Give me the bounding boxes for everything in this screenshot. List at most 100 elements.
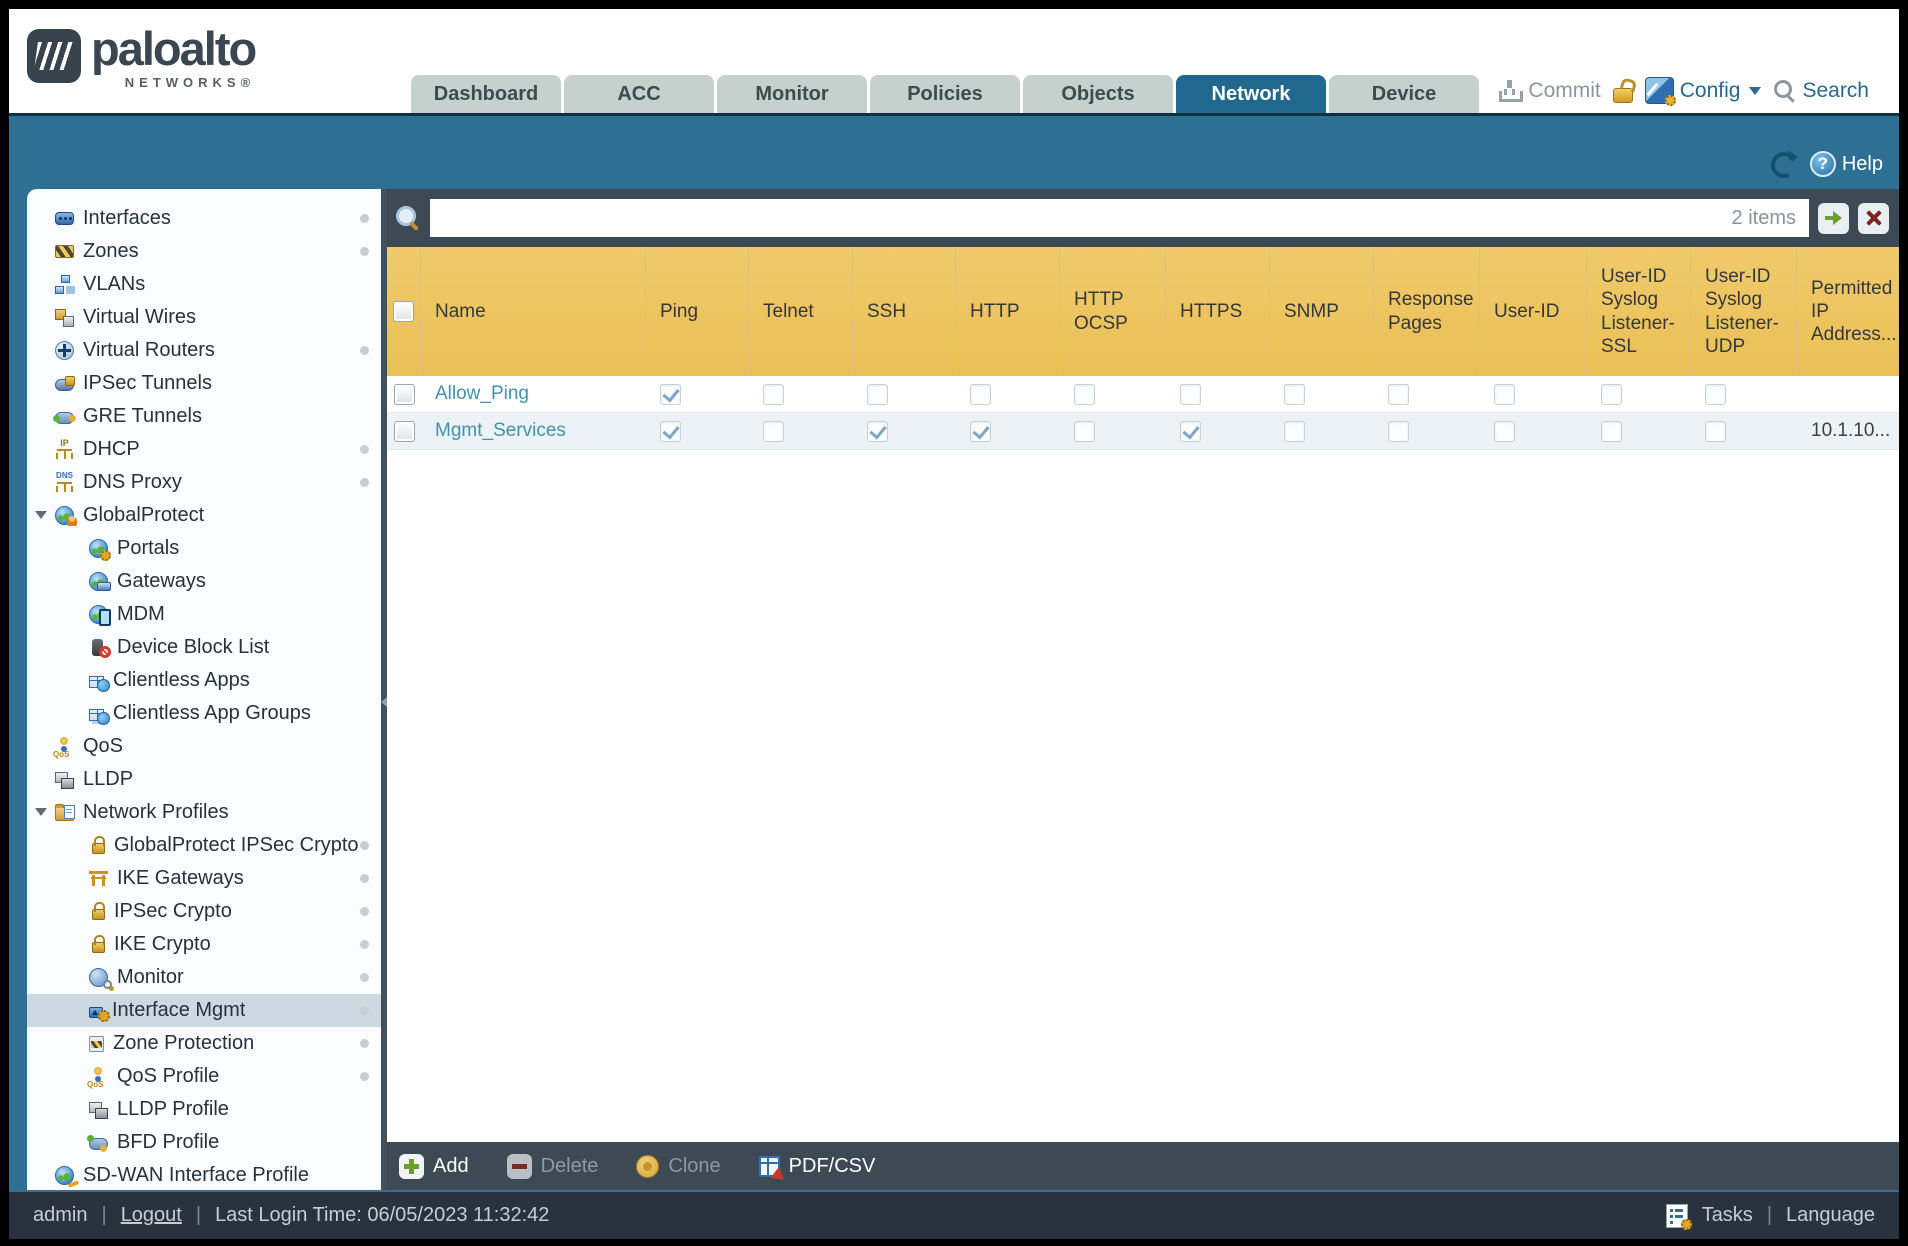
column-header-telnet[interactable]: Telnet — [749, 247, 853, 376]
column-header-user_id[interactable]: User-ID — [1480, 247, 1587, 376]
row-checkbox-telnet[interactable] — [763, 420, 784, 442]
column-header-response_pages[interactable]: Response Pages — [1374, 247, 1480, 376]
sidebar-item-zones[interactable]: Zones — [27, 235, 381, 268]
row-name-link[interactable]: Mgmt_Services — [435, 420, 566, 442]
item-options-dot — [360, 478, 369, 487]
expander-triangle-icon[interactable] — [35, 808, 47, 816]
row-checkbox-user_id[interactable] — [1494, 420, 1515, 442]
sidebar-item-lldp-profile[interactable]: LLDP Profile — [27, 1093, 381, 1126]
sidebar-item-device-block-list[interactable]: Device Block List — [27, 631, 381, 664]
sidebar-item-clientless-app-groups[interactable]: Clientless App Groups — [27, 697, 381, 730]
sidebar-item-virtual-routers[interactable]: Virtual Routers — [27, 334, 381, 367]
language-link[interactable]: Language — [1786, 1204, 1875, 1227]
tab-dashboard[interactable]: Dashboard — [411, 75, 561, 113]
row-checkbox-snmp[interactable] — [1284, 420, 1305, 442]
sidebar-item-dhcp[interactable]: DHCP — [27, 433, 381, 466]
sidebar-item-globalprotect[interactable]: GlobalProtect — [27, 499, 381, 532]
row-checkbox-http[interactable] — [970, 420, 991, 442]
column-header-uid_syslog_udp[interactable]: User-ID Syslog Listener-UDP — [1691, 247, 1797, 376]
lock-icon[interactable] — [1612, 87, 1633, 103]
sidebar-item-ipsec-tunnels[interactable]: IPSec Tunnels — [27, 367, 381, 400]
row-checkbox-ping[interactable] — [660, 420, 681, 442]
lldp-icon — [55, 770, 74, 789]
sidebar-item-gre-tunnels[interactable]: GRE Tunnels — [27, 400, 381, 433]
help-button[interactable]: Help — [1809, 151, 1883, 177]
sidebar-collapse-handle[interactable] — [377, 687, 390, 717]
column-header-ping[interactable]: Ping — [646, 247, 749, 376]
row-checkbox-ssh[interactable] — [867, 420, 888, 442]
sidebar-item-vlans[interactable]: VLANs — [27, 268, 381, 301]
row-checkbox-response_pages[interactable] — [1388, 383, 1409, 405]
lock-icon — [92, 934, 105, 953]
row-checkbox-ssh[interactable] — [867, 383, 888, 405]
column-header-uid_syslog_ssl[interactable]: User-ID Syslog Listener-SSL — [1587, 247, 1691, 376]
sidebar-item-dns-proxy[interactable]: DNS Proxy — [27, 466, 381, 499]
sidebar-item-bfd-profile[interactable]: BFD Profile — [27, 1126, 381, 1159]
sidebar-item-qos-profile[interactable]: QoS Profile — [27, 1060, 381, 1093]
row-checkbox-uid_syslog_udp[interactable] — [1705, 383, 1726, 405]
select-all-checkbox[interactable] — [393, 301, 414, 322]
tab-policies[interactable]: Policies — [870, 75, 1020, 113]
sidebar-item-globalprotect-ipsec-crypto[interactable]: GlobalProtect IPSec Crypto — [27, 829, 381, 862]
row-name-link[interactable]: Allow_Ping — [435, 383, 529, 405]
refresh-icon[interactable] — [1770, 151, 1796, 177]
sidebar-item-interface-mgmt[interactable]: Interface Mgmt — [27, 994, 381, 1027]
delete-button[interactable]: Delete — [506, 1153, 598, 1179]
sidebar-item-monitor[interactable]: Monitor — [27, 961, 381, 994]
config-menu-button[interactable]: Config — [1644, 77, 1762, 106]
tab-monitor[interactable]: Monitor — [717, 75, 867, 113]
row-checkbox-https[interactable] — [1180, 420, 1201, 442]
tab-objects[interactable]: Objects — [1023, 75, 1173, 113]
sidebar-item-clientless-apps[interactable]: Clientless Apps — [27, 664, 381, 697]
clone-button[interactable]: Clone — [636, 1154, 721, 1178]
content-panel: 2 items Name Ping Telnet SSH HTTP HTTP OCSP HT… — [387, 189, 1899, 1190]
tab-acc[interactable]: ACC — [564, 75, 714, 113]
pdf-csv-button[interactable]: PDF/CSV — [758, 1155, 875, 1178]
search-button[interactable]: Search — [1773, 79, 1869, 103]
tab-network[interactable]: Network — [1176, 75, 1326, 113]
column-header-snmp[interactable]: SNMP — [1270, 247, 1374, 376]
column-header-https[interactable]: HTTPS — [1166, 247, 1270, 376]
add-button[interactable]: Add — [399, 1153, 469, 1179]
sidebar-item-ike-gateways[interactable]: IKE Gateways — [27, 862, 381, 895]
row-checkbox-uid_syslog_ssl[interactable] — [1601, 383, 1622, 405]
sidebar-item-zone-protection[interactable]: Zone Protection — [27, 1027, 381, 1060]
row-select-checkbox[interactable] — [393, 420, 415, 442]
column-header-name[interactable]: Name — [421, 247, 646, 376]
row-checkbox-uid_syslog_ssl[interactable] — [1601, 420, 1622, 442]
clear-filter-button[interactable] — [1858, 202, 1889, 234]
column-header-ssh[interactable]: SSH — [853, 247, 956, 376]
row-checkbox-http[interactable] — [970, 383, 991, 405]
tasks-link[interactable]: Tasks — [1702, 1204, 1753, 1227]
row-select-checkbox[interactable] — [393, 383, 415, 405]
column-header-http_ocsp[interactable]: HTTP OCSP — [1060, 247, 1166, 376]
sidebar-item-sd-wan-interface-profile[interactable]: SD-WAN Interface Profile — [27, 1159, 381, 1190]
column-header-permitted_ip[interactable]: Permitted IP Address... — [1797, 247, 1899, 376]
sidebar-item-portals[interactable]: Portals — [27, 532, 381, 565]
logout-link[interactable]: Logout — [121, 1204, 182, 1227]
commit-button[interactable]: Commit — [1498, 79, 1601, 103]
sidebar-item-virtual-wires[interactable]: Virtual Wires — [27, 301, 381, 334]
sidebar-item-network-profiles[interactable]: Network Profiles — [27, 796, 381, 829]
row-checkbox-uid_syslog_udp[interactable] — [1705, 420, 1726, 442]
filter-input[interactable] — [430, 199, 1732, 237]
row-checkbox-telnet[interactable] — [763, 383, 784, 405]
row-checkbox-ping[interactable] — [660, 383, 681, 405]
sidebar-item-ike-crypto[interactable]: IKE Crypto — [27, 928, 381, 961]
apply-filter-button[interactable] — [1818, 202, 1849, 234]
sidebar-item-gateways[interactable]: Gateways — [27, 565, 381, 598]
row-checkbox-http_ocsp[interactable] — [1074, 383, 1095, 405]
sidebar-item-ipsec-crypto[interactable]: IPSec Crypto — [27, 895, 381, 928]
row-checkbox-snmp[interactable] — [1284, 383, 1305, 405]
row-checkbox-response_pages[interactable] — [1388, 420, 1409, 442]
sidebar-item-qos[interactable]: QoS — [27, 730, 381, 763]
column-header-http[interactable]: HTTP — [956, 247, 1060, 376]
tab-device[interactable]: Device — [1329, 75, 1479, 113]
row-checkbox-https[interactable] — [1180, 383, 1201, 405]
row-checkbox-user_id[interactable] — [1494, 383, 1515, 405]
row-checkbox-http_ocsp[interactable] — [1074, 420, 1095, 442]
expander-triangle-icon[interactable] — [35, 511, 47, 519]
sidebar-item-interfaces[interactable]: Interfaces — [27, 202, 381, 235]
sidebar-item-lldp[interactable]: LLDP — [27, 763, 381, 796]
sidebar-item-mdm[interactable]: MDM — [27, 598, 381, 631]
